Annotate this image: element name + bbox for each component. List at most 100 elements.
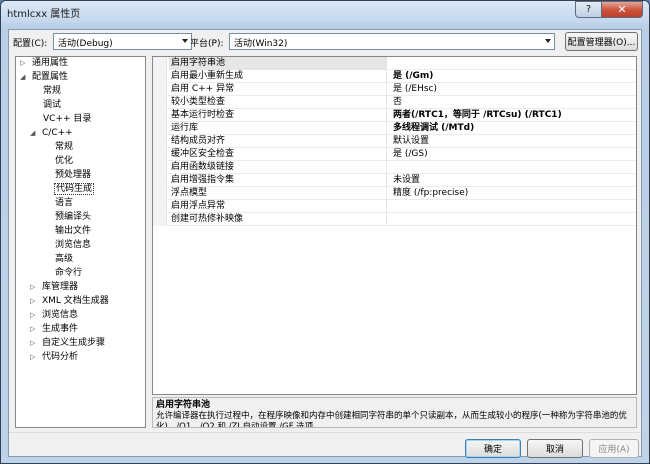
property-row[interactable]: 启用 C++ 异常 是 (/EHsc) bbox=[153, 83, 636, 96]
expander-icon[interactable]: ▷ bbox=[30, 295, 38, 308]
tree-item[interactable]: 输出文件 bbox=[54, 225, 92, 238]
property-row[interactable]: 启用字符串池 bbox=[153, 57, 636, 70]
tree-item-label: 预处理器 bbox=[55, 170, 92, 180]
tree-item[interactable]: 预编译头 bbox=[54, 211, 92, 224]
tree-item[interactable]: ▷ 浏览信息 bbox=[30, 309, 79, 322]
tree-item-label: 通用属性 bbox=[32, 58, 69, 68]
expander-icon[interactable]: ▷ bbox=[30, 281, 38, 294]
property-row[interactable]: 基本运行时检查 两者(/RTC1，等同于 /RTCsu) (/RTC1) bbox=[153, 109, 636, 122]
tree-item-label: XML 文档生成器 bbox=[42, 296, 109, 306]
tree-item[interactable]: 浏览信息 bbox=[54, 239, 92, 252]
config-combo[interactable]: 活动(Debug) bbox=[53, 33, 192, 50]
property-value[interactable] bbox=[391, 57, 636, 70]
tree-item-label: 代码分析 bbox=[42, 352, 79, 362]
tree-item-label: 输出文件 bbox=[55, 226, 92, 236]
tree-item[interactable]: 常规 bbox=[42, 85, 62, 98]
expander-icon[interactable]: ◢ bbox=[20, 71, 28, 84]
tree-item-label: VC++ 目录 bbox=[43, 114, 92, 124]
property-value[interactable]: 未设置 bbox=[391, 174, 636, 187]
tree-item[interactable]: ▷ 自定义生成步骤 bbox=[30, 337, 106, 350]
close-icon: ✕ bbox=[617, 3, 627, 16]
property-name: 创建可热修补映像 bbox=[169, 213, 387, 226]
description-panel: 启用字符串池 允许编译器在执行过程中，在程序映像和内存中创建相同字符串的单个只读… bbox=[152, 397, 637, 428]
property-value[interactable]: 默认设置 bbox=[391, 135, 636, 148]
property-name: 基本运行时检查 bbox=[169, 109, 387, 122]
dialog-client-area: 配置(C): 活动(Debug) 平台(P): 活动(Win32) 配置管理器(… bbox=[8, 29, 642, 458]
tree-item-label: 高级 bbox=[55, 254, 74, 264]
property-row[interactable]: 结构成员对齐 默认设置 bbox=[153, 135, 636, 148]
tree-item[interactable]: ▷ 代码分析 bbox=[30, 351, 79, 364]
tree-item-label: 配置属性 bbox=[32, 72, 69, 82]
close-button[interactable]: ✕ bbox=[601, 1, 643, 18]
platform-combo[interactable]: 活动(Win32) bbox=[229, 33, 555, 50]
tree-item-label: 预编译头 bbox=[55, 212, 92, 222]
property-value[interactable]: 否 bbox=[391, 96, 636, 109]
property-value[interactable]: 多线程调试 (/MTd) bbox=[391, 122, 636, 135]
config-manager-button[interactable]: 配置管理器(O)... bbox=[565, 32, 638, 51]
property-row[interactable]: 浮点模型 精度 (/fp:precise) bbox=[153, 187, 636, 200]
tree-item-label: 库管理器 bbox=[42, 282, 79, 292]
tree-item[interactable]: ◢ 配置属性 bbox=[20, 71, 69, 84]
tree-item[interactable]: 常规 bbox=[54, 141, 74, 154]
ok-button[interactable]: 确定 bbox=[465, 439, 521, 458]
property-tree[interactable]: ▷ 通用属性 ◢ 配置属性 常规 调试 VC++ 目录 ◢ C/C++ 常规 优化 bbox=[15, 56, 146, 428]
tree-item-selected[interactable]: 代码生成 bbox=[54, 183, 95, 196]
tree-item[interactable]: 优化 bbox=[54, 155, 74, 168]
property-row[interactable]: 启用增强指令集 未设置 bbox=[153, 174, 636, 187]
chevron-down-icon bbox=[545, 39, 551, 43]
tree-item[interactable]: ▷ 通用属性 bbox=[20, 57, 69, 70]
expander-icon[interactable]: ▷ bbox=[30, 309, 38, 322]
tree-item[interactable]: ◢ C/C++ bbox=[30, 127, 74, 140]
tree-item-label: 生成事件 bbox=[42, 324, 79, 334]
tree-item[interactable]: VC++ 目录 bbox=[42, 113, 92, 126]
title-buttons: ? ✕ bbox=[575, 1, 643, 18]
property-value[interactable]: 两者(/RTC1，等同于 /RTCsu) (/RTC1) bbox=[391, 109, 636, 122]
property-value[interactable]: 是 (/GS) bbox=[391, 148, 636, 161]
property-row[interactable]: 缓冲区安全检查 是 (/GS) bbox=[153, 148, 636, 161]
expander-icon[interactable]: ◢ bbox=[30, 127, 38, 140]
tree-item[interactable]: 高级 bbox=[54, 253, 74, 266]
property-value[interactable] bbox=[391, 200, 636, 213]
property-row[interactable]: 启用浮点异常 bbox=[153, 200, 636, 213]
property-name: 较小类型检查 bbox=[169, 96, 387, 109]
property-name: 浮点模型 bbox=[169, 187, 387, 200]
tree-item[interactable]: ▷ XML 文档生成器 bbox=[30, 295, 110, 308]
chevron-down-icon bbox=[182, 39, 188, 43]
property-value[interactable] bbox=[391, 213, 636, 226]
tree-item[interactable]: 调试 bbox=[42, 99, 62, 112]
tree-item-label: C/C++ bbox=[42, 128, 73, 138]
tree-item-label: 代码生成 bbox=[54, 183, 95, 195]
tree-item[interactable]: 预处理器 bbox=[54, 169, 92, 182]
tree-item[interactable]: ▷ 库管理器 bbox=[30, 281, 79, 294]
help-button[interactable]: ? bbox=[575, 1, 601, 18]
expander-icon[interactable]: ▷ bbox=[30, 323, 38, 336]
property-name: 启用 C++ 异常 bbox=[169, 83, 387, 96]
property-grid: 启用字符串池 启用最小重新生成 是 (/Gm) 启用 C++ 异常 是 (/EH… bbox=[152, 56, 637, 395]
property-row[interactable]: 运行库 多线程调试 (/MTd) bbox=[153, 122, 636, 135]
property-row[interactable]: 创建可热修补映像 bbox=[153, 213, 636, 226]
expander-icon[interactable]: ▷ bbox=[30, 351, 38, 364]
property-row[interactable]: 较小类型检查 否 bbox=[153, 96, 636, 109]
expander-icon[interactable]: ▷ bbox=[30, 337, 38, 350]
tree-item[interactable]: 语言 bbox=[54, 197, 74, 210]
footer-divider bbox=[9, 432, 641, 433]
tree-item[interactable]: 命令行 bbox=[54, 267, 83, 280]
property-value[interactable]: 是 (/EHsc) bbox=[391, 83, 636, 96]
config-toolbar: 配置(C): 活动(Debug) 平台(P): 活动(Win32) 配置管理器(… bbox=[9, 30, 641, 54]
title-bar: htmlcxx 属性页 ? ✕ bbox=[1, 1, 649, 23]
tree-item[interactable]: ▷ 生成事件 bbox=[30, 323, 79, 336]
help-icon: ? bbox=[585, 4, 592, 15]
apply-button[interactable]: 应用(A) bbox=[589, 439, 639, 458]
property-row[interactable]: 启用函数级链接 bbox=[153, 161, 636, 174]
cancel-button[interactable]: 取消 bbox=[527, 439, 583, 458]
platform-combo-value: 活动(Win32) bbox=[234, 39, 288, 49]
property-row[interactable]: 启用最小重新生成 是 (/Gm) bbox=[153, 70, 636, 83]
property-name: 运行库 bbox=[169, 122, 387, 135]
property-value[interactable]: 是 (/Gm) bbox=[391, 70, 636, 83]
property-value[interactable] bbox=[391, 161, 636, 174]
expander-icon[interactable]: ▷ bbox=[20, 57, 28, 70]
property-name: 结构成员对齐 bbox=[169, 135, 387, 148]
property-value[interactable]: 精度 (/fp:precise) bbox=[391, 187, 636, 200]
property-name: 启用函数级链接 bbox=[169, 161, 387, 174]
config-label: 配置(C): bbox=[13, 39, 48, 49]
